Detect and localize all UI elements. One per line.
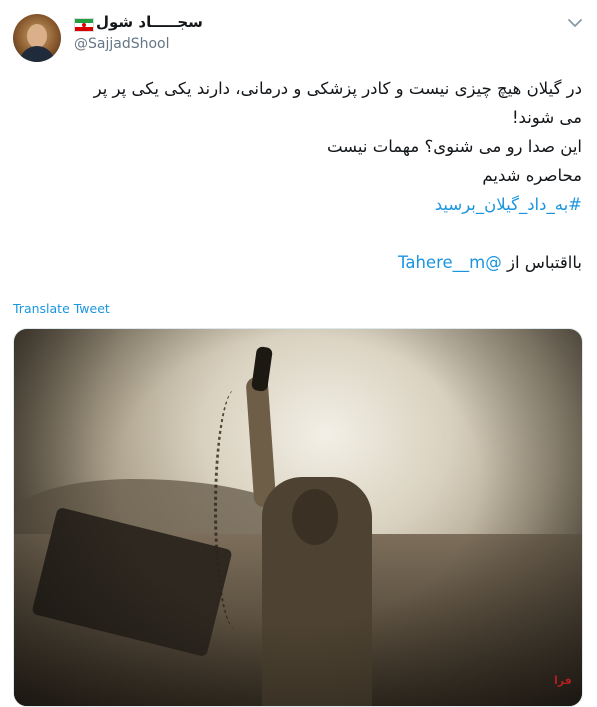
media-watermark: فرا bbox=[554, 674, 572, 687]
quote-credit: بااقتباس از @Tahere__m bbox=[14, 248, 582, 277]
mention-link[interactable]: @Tahere__m bbox=[398, 253, 502, 272]
translate-tweet-link[interactable]: Translate Tweet bbox=[13, 301, 110, 316]
tweet-text-line: محاصره شدیم bbox=[482, 166, 582, 185]
quote-prefix: بااقتباس از bbox=[506, 253, 582, 272]
display-name[interactable]: سجـــــاد شول bbox=[96, 13, 203, 31]
tweet-text-line: در گیلان هیچ چیزی نیست و کادر پزشکی و در… bbox=[93, 79, 582, 98]
chevron-down-icon[interactable] bbox=[566, 14, 584, 32]
media-vignette bbox=[14, 329, 582, 706]
user-handle[interactable]: @SajjadShool bbox=[74, 36, 170, 52]
tweet-text: در گیلان هیچ چیزی نیست و کادر پزشکی و در… bbox=[14, 74, 582, 277]
avatar[interactable] bbox=[13, 14, 61, 62]
hashtag-link[interactable]: #به_داد_گیلان_برسید bbox=[14, 190, 582, 219]
tweet-text-line: این صدا رو می شنوی؟ مهمات نیست bbox=[326, 137, 582, 156]
tweet-text-line: می شوند! bbox=[511, 108, 582, 127]
tweet: سجـــــاد شول @SajjadShool در گیلان هیچ … bbox=[0, 0, 597, 707]
iran-flag-icon bbox=[74, 18, 94, 32]
avatar-shirt bbox=[19, 46, 55, 62]
avatar-face bbox=[27, 24, 47, 48]
tweet-media-image[interactable]: فرا bbox=[13, 328, 583, 707]
